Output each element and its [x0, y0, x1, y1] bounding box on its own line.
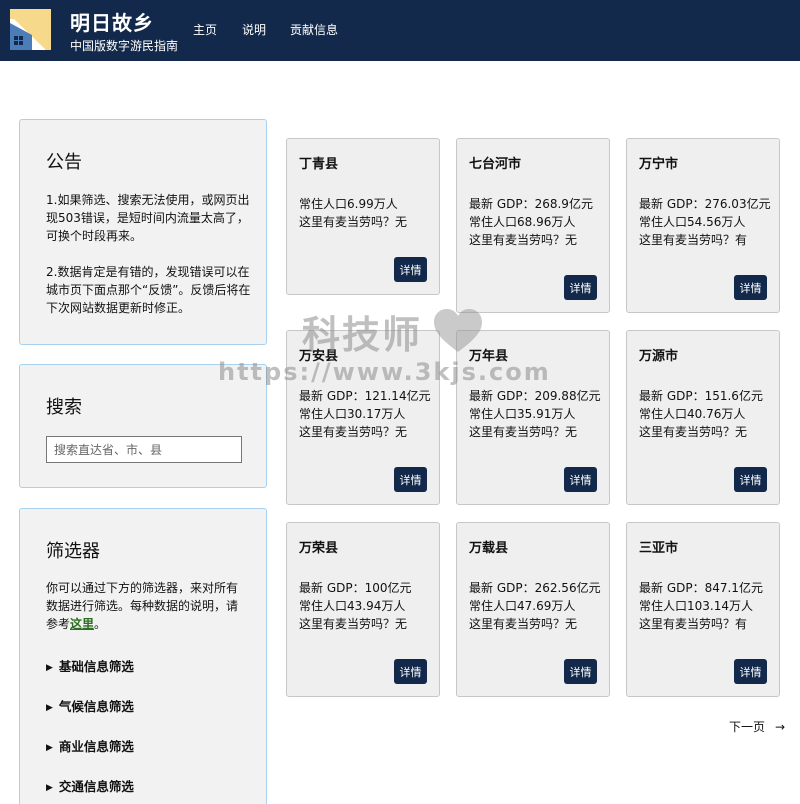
city-population: 常住人口43.94万人 [299, 599, 406, 613]
triangle-right-icon: ▶ [46, 663, 53, 673]
city-name[interactable]: 万宁市 [639, 153, 678, 172]
next-page-link[interactable]: 下一页 → [729, 718, 785, 735]
city-gdp: 最新 GDP：262.56亿元 [469, 581, 601, 595]
city-card: 七台河市 最新 GDP：268.9亿元 常住人口68.96万人 这里有麦当劳吗？… [456, 138, 610, 313]
city-card: 万年县 最新 GDP：209.88亿元 常住人口35.91万人 这里有麦当劳吗？… [456, 330, 610, 505]
city-name[interactable]: 万安县 [299, 345, 338, 364]
city-population: 常住人口30.17万人 [299, 407, 406, 421]
city-name[interactable]: 万年县 [469, 345, 508, 364]
city-card: 万宁市 最新 GDP：276.03亿元 常住人口54.56万人 这里有麦当劳吗？… [626, 138, 780, 313]
nav-about[interactable]: 说明 [242, 21, 266, 38]
city-gdp: 最新 GDP：151.6亿元 [639, 389, 763, 403]
city-gdp: 最新 GDP：268.9亿元 [469, 197, 593, 211]
city-mcdonalds: 这里有麦当劳吗？无 [299, 425, 408, 439]
search-title: 搜索 [46, 397, 82, 418]
city-card: 丁青县 常住人口6.99万人 这里有麦当劳吗？无 详情 [286, 138, 440, 295]
nav-home[interactable]: 主页 [193, 21, 217, 38]
city-population: 常住人口103.14万人 [639, 599, 753, 613]
city-mcdonalds: 这里有麦当劳吗？无 [469, 425, 578, 439]
city-population: 常住人口68.96万人 [469, 215, 576, 229]
triangle-right-icon: ▶ [46, 703, 53, 713]
city-mcdonalds: 这里有麦当劳吗？无 [469, 617, 578, 631]
filter-transport[interactable]: ▶ 交通信息筛选 [46, 776, 134, 795]
city-gdp: 最新 GDP：847.1亿元 [639, 581, 763, 595]
filter-basic[interactable]: ▶ 基础信息筛选 [46, 656, 134, 675]
city-card: 万荣县 最新 GDP：100亿元 常住人口43.94万人 这里有麦当劳吗？无 详… [286, 522, 440, 697]
city-card: 万源市 最新 GDP：151.6亿元 常住人口40.76万人 这里有麦当劳吗？无… [626, 330, 780, 505]
detail-button[interactable]: 详情 [564, 659, 597, 684]
city-mcdonalds: 这里有麦当劳吗？有 [639, 233, 748, 247]
triangle-right-icon: ▶ [46, 743, 53, 753]
site-subtitle: 中国版数字游民指南 [70, 39, 179, 53]
notice-paragraph-2: 2.数据肯定是有错的，发现错误可以在城市页下面点那个“反馈”。反馈后将在下次网站… [46, 265, 251, 315]
city-gdp: 最新 GDP：276.03亿元 [639, 197, 771, 211]
arrow-right-icon: → [775, 720, 786, 734]
filter-transport-label: 交通信息筛选 [58, 779, 134, 794]
city-population: 常住人口40.76万人 [639, 407, 746, 421]
filter-climate[interactable]: ▶ 气候信息筛选 [46, 696, 134, 715]
city-gdp: 最新 GDP：100亿元 [299, 581, 412, 595]
city-mcdonalds: 这里有麦当劳吗？有 [639, 617, 748, 631]
city-mcdonalds: 这里有麦当劳吗？无 [299, 617, 408, 631]
city-name[interactable]: 万荣县 [299, 537, 338, 556]
site-title[interactable]: 明日故乡 [70, 7, 154, 36]
notice-paragraph-1: 1.如果筛选、搜索无法使用，或网页出现503错误，是短时间内流量太高了，可换个时… [46, 193, 250, 243]
search-input[interactable] [46, 436, 242, 463]
next-page-label: 下一页 [729, 720, 766, 734]
detail-button[interactable]: 详情 [394, 659, 427, 684]
triangle-right-icon: ▶ [46, 783, 53, 793]
detail-button[interactable]: 详情 [394, 467, 427, 492]
filter-business-label: 商业信息筛选 [58, 739, 134, 754]
city-gdp: 最新 GDP：121.14亿元 [299, 389, 431, 403]
house-logo-icon[interactable] [10, 9, 51, 50]
detail-button[interactable]: 详情 [734, 467, 767, 492]
city-name[interactable]: 七台河市 [469, 153, 521, 172]
detail-button[interactable]: 详情 [734, 659, 767, 684]
city-population: 常住人口54.56万人 [639, 215, 746, 229]
city-name[interactable]: 万载县 [469, 537, 508, 556]
city-card: 万载县 最新 GDP：262.56亿元 常住人口47.69万人 这里有麦当劳吗？… [456, 522, 610, 697]
search-card: 搜索 [19, 364, 267, 488]
notice-card: 公告 1.如果筛选、搜索无法使用，或网页出现503错误，是短时间内流量太高了，可… [19, 119, 267, 345]
city-mcdonalds: 这里有麦当劳吗？无 [639, 425, 748, 439]
city-card: 万安县 最新 GDP：121.14亿元 常住人口30.17万人 这里有麦当劳吗？… [286, 330, 440, 505]
city-population: 常住人口35.91万人 [469, 407, 576, 421]
city-mcdonalds: 这里有麦当劳吗？无 [299, 215, 408, 229]
detail-button[interactable]: 详情 [734, 275, 767, 300]
filter-climate-label: 气候信息筛选 [58, 699, 134, 714]
filter-description: 你可以通过下方的筛选器，来对所有数据进行筛选。每种数据的说明，请参考这里。 [46, 579, 246, 633]
detail-button[interactable]: 详情 [564, 275, 597, 300]
city-card: 三亚市 最新 GDP：847.1亿元 常住人口103.14万人 这里有麦当劳吗？… [626, 522, 780, 697]
city-name[interactable]: 三亚市 [639, 537, 678, 556]
city-name[interactable]: 丁青县 [299, 153, 338, 172]
city-population: 常住人口47.69万人 [469, 599, 576, 613]
filter-description-end: 。 [94, 617, 107, 631]
detail-button[interactable]: 详情 [564, 467, 597, 492]
city-name[interactable]: 万源市 [639, 345, 678, 364]
filter-card: 筛选器 你可以通过下方的筛选器，来对所有数据进行筛选。每种数据的说明，请参考这里… [19, 508, 267, 804]
site-header: 明日故乡 中国版数字游民指南 主页 说明 贡献信息 [0, 0, 800, 61]
detail-button[interactable]: 详情 [394, 257, 427, 282]
city-gdp: 最新 GDP：209.88亿元 [469, 389, 601, 403]
city-population: 常住人口6.99万人 [299, 197, 398, 211]
notice-title: 公告 [46, 152, 82, 173]
filter-title: 筛选器 [46, 541, 100, 562]
filter-help-link[interactable]: 这里 [70, 617, 94, 631]
city-mcdonalds: 这里有麦当劳吗？无 [469, 233, 578, 247]
nav-contribute[interactable]: 贡献信息 [290, 21, 338, 38]
filter-business[interactable]: ▶ 商业信息筛选 [46, 736, 134, 755]
filter-basic-label: 基础信息筛选 [58, 659, 134, 674]
